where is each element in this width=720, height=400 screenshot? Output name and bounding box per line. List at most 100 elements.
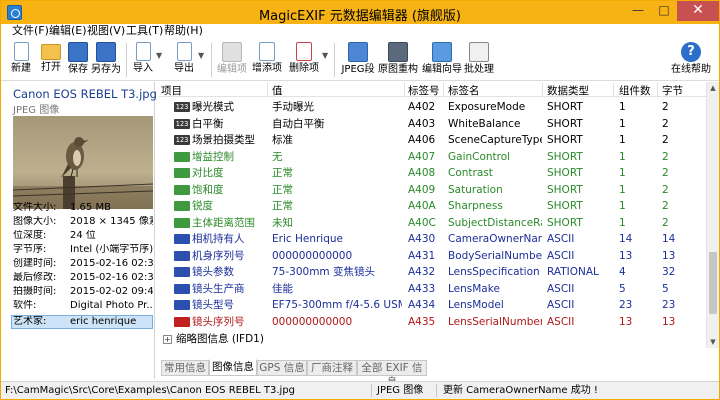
tab-image-info[interactable]: 图像信息 xyxy=(209,359,257,376)
info-key: 最后修改: xyxy=(13,272,57,283)
table-row[interactable]: 对比度 正常 A408 Contrast SHORT 1 2 xyxy=(159,165,706,182)
table-row[interactable]: 镜头型号 EF75-300mm f/4-5.6 USM A434 LensModel A… xyxy=(159,297,706,314)
table-row[interactable]: 增益控制 无 A407 GainControl SHORT 1 2 xyxy=(159,149,706,166)
vertical-scrollbar[interactable]: ▲ ▼ xyxy=(706,82,719,348)
info-row[interactable]: 拍摄时间: 2015-02-02 09:4... xyxy=(13,286,153,298)
status-divider xyxy=(436,384,437,397)
column-divider[interactable] xyxy=(542,83,543,96)
column-header-count[interactable]: 组件数 xyxy=(619,83,651,98)
table-row[interactable]: 主体距离范围 未知 A40C SubjectDistanceRange SHORT 1 2 xyxy=(159,215,706,232)
text-type-icon xyxy=(174,267,190,277)
tab-gps-info[interactable]: GPS 信息 xyxy=(257,360,307,376)
open-button[interactable]: 打开 xyxy=(38,41,64,79)
add-item-button[interactable]: 增添项 xyxy=(251,41,283,79)
info-row-selected[interactable]: 艺术家: eric henrique xyxy=(11,315,153,329)
cell-tag-name: CameraOwnerName xyxy=(448,233,542,245)
column-header-type[interactable]: 数据类型 xyxy=(547,83,589,98)
title-bar[interactable]: MagicEXIF 元数据编辑器 (旗舰版) — □ ✕ xyxy=(1,1,719,24)
delete-item-button[interactable]: 删除项 xyxy=(288,41,320,79)
scroll-down-icon[interactable]: ▼ xyxy=(707,336,719,348)
table-row[interactable]: 123 白平衡 自动白平衡 A403 WhiteBalance SHORT 1 2 xyxy=(159,116,706,133)
menu-help[interactable]: 帮助(H) xyxy=(164,24,203,38)
info-value: 2015-02-16 02:3... xyxy=(70,258,153,269)
info-row[interactable]: 文件大小: 1.65 MB xyxy=(13,202,153,214)
app-window: MagicEXIF 元数据编辑器 (旗舰版) — □ ✕ 文件(F) 编辑(E)… xyxy=(0,0,720,400)
import-button[interactable]: 导入 xyxy=(131,41,155,79)
info-value: eric henrique xyxy=(70,316,137,327)
info-row[interactable]: 字节序: Intel (小端字节序) xyxy=(13,244,153,256)
table-row[interactable]: 镜头序列号 000000000000 A435 LensSerialNumber ASC… xyxy=(159,314,706,331)
tab-maker-notes[interactable]: 厂商注释 xyxy=(307,360,357,376)
cell-bytes: 13 xyxy=(662,315,676,328)
column-header-item[interactable]: 项目 xyxy=(161,83,182,98)
expand-icon[interactable]: + xyxy=(163,335,172,344)
cell-item: 场景拍摄类型 xyxy=(192,134,255,146)
scroll-thumb[interactable] xyxy=(709,252,717,314)
thumbnail-ifd1-group[interactable]: + 缩略图信息 (IFD1) xyxy=(159,332,706,347)
delete-dropdown-icon[interactable]: ▼ xyxy=(322,51,328,60)
table-row[interactable]: 镜头生产商 佳能 A433 LensMake ASCII 5 5 xyxy=(159,281,706,298)
column-header-tag[interactable]: 标签号 xyxy=(408,83,440,98)
table-row[interactable]: 相机持有人 Eric Henrique A430 CameraOwnerName ASC… xyxy=(159,231,706,248)
batch-button[interactable]: 批处理 xyxy=(463,41,495,79)
jpeg-segment-icon xyxy=(348,42,368,62)
maximize-button[interactable]: □ xyxy=(651,1,677,21)
menu-edit[interactable]: 编辑(E) xyxy=(49,24,87,38)
table-row[interactable]: 锐度 正常 A40A Sharpness SHORT 1 2 xyxy=(159,198,706,215)
export-dropdown-icon[interactable]: ▼ xyxy=(198,51,204,60)
tab-common-info[interactable]: 常用信息 xyxy=(161,360,209,376)
cell-tag-name: ExposureMode xyxy=(448,101,526,113)
edit-item-button[interactable]: 编辑项 xyxy=(216,41,248,79)
cell-value: 75-300mm 变焦镜头 xyxy=(272,266,375,278)
cell-type: ASCII xyxy=(547,282,575,295)
info-row[interactable]: 软件: Digital Photo Pr... xyxy=(13,300,153,312)
info-value: 2015-02-02 09:4... xyxy=(70,286,153,297)
info-row[interactable]: 创建时间: 2015-02-16 02:3... xyxy=(13,258,153,270)
bird-photo xyxy=(13,116,153,209)
tab-all-exif[interactable]: 全部 EXIF 信息 xyxy=(357,360,427,388)
menu-tools[interactable]: 工具(T) xyxy=(126,24,163,38)
table-row[interactable]: 123 曝光模式 手动曝光 A402 ExposureMode SHORT 1 2 xyxy=(159,99,706,116)
table-row[interactable]: 机身序列号 000000000000 A431 BodySerialNumber ASC… xyxy=(159,248,706,265)
control-type-icon xyxy=(174,184,190,195)
cell-tag: A40A xyxy=(408,200,436,212)
info-row[interactable]: 最后修改: 2015-02-16 02:3... xyxy=(13,272,153,284)
wizard-button-label: 编辑向导 xyxy=(422,64,462,75)
delete-item-button-label: 删除项 xyxy=(289,63,319,74)
column-divider[interactable] xyxy=(404,83,405,96)
wizard-button[interactable]: 编辑向导 xyxy=(422,41,462,79)
import-dropdown-icon[interactable]: ▼ xyxy=(156,51,162,60)
file-name: Canon EOS REBEL T3.jpg xyxy=(13,87,157,101)
column-divider[interactable] xyxy=(267,83,268,96)
table-row[interactable]: 123 场景拍摄类型 标准 A406 SceneCaptureType SHORT 1 2 xyxy=(159,132,706,149)
table-row[interactable]: 镜头参数 75-300mm 变焦镜头 A432 LensSpecification RA… xyxy=(159,264,706,281)
jpeg-segment-button[interactable]: JPEG段 xyxy=(341,41,375,79)
close-button[interactable]: ✕ xyxy=(677,1,719,21)
menu-file[interactable]: 文件(F) xyxy=(12,24,49,38)
scroll-up-icon[interactable]: ▲ xyxy=(707,82,719,94)
table-row[interactable]: 饱和度 正常 A409 Saturation SHORT 1 2 xyxy=(159,182,706,199)
new-button[interactable]: 新建 xyxy=(8,41,34,79)
column-header-bytes[interactable]: 字节 xyxy=(662,83,683,98)
column-header-tag-name[interactable]: 标签名 xyxy=(448,83,480,98)
online-help-button[interactable]: ? 在线帮助 xyxy=(669,41,713,79)
export-button[interactable]: 导出 xyxy=(172,41,196,79)
column-divider[interactable] xyxy=(443,83,444,96)
cell-tag-name: LensModel xyxy=(448,299,504,311)
column-divider[interactable] xyxy=(613,83,614,96)
info-key: 拍摄时间: xyxy=(13,286,57,297)
text-type-icon xyxy=(174,300,190,310)
info-row[interactable]: 位深度: 24 位 xyxy=(13,230,153,242)
column-divider[interactable] xyxy=(657,83,658,96)
menu-view[interactable]: 视图(V) xyxy=(87,24,125,38)
column-header-value[interactable]: 值 xyxy=(272,83,283,98)
rebuild-button[interactable]: 原图重构 xyxy=(378,41,418,79)
save-button[interactable]: 保存 xyxy=(65,41,91,79)
cell-tag: A402 xyxy=(408,101,436,113)
save-as-button[interactable]: 另存为 xyxy=(90,41,122,79)
minimize-button[interactable]: — xyxy=(625,1,651,21)
import-icon xyxy=(135,42,151,61)
info-row[interactable]: 图像大小: 2018 × 1345 像素 xyxy=(13,216,153,228)
cell-value: 正常 xyxy=(272,167,293,179)
cell-tag: A407 xyxy=(408,150,436,163)
